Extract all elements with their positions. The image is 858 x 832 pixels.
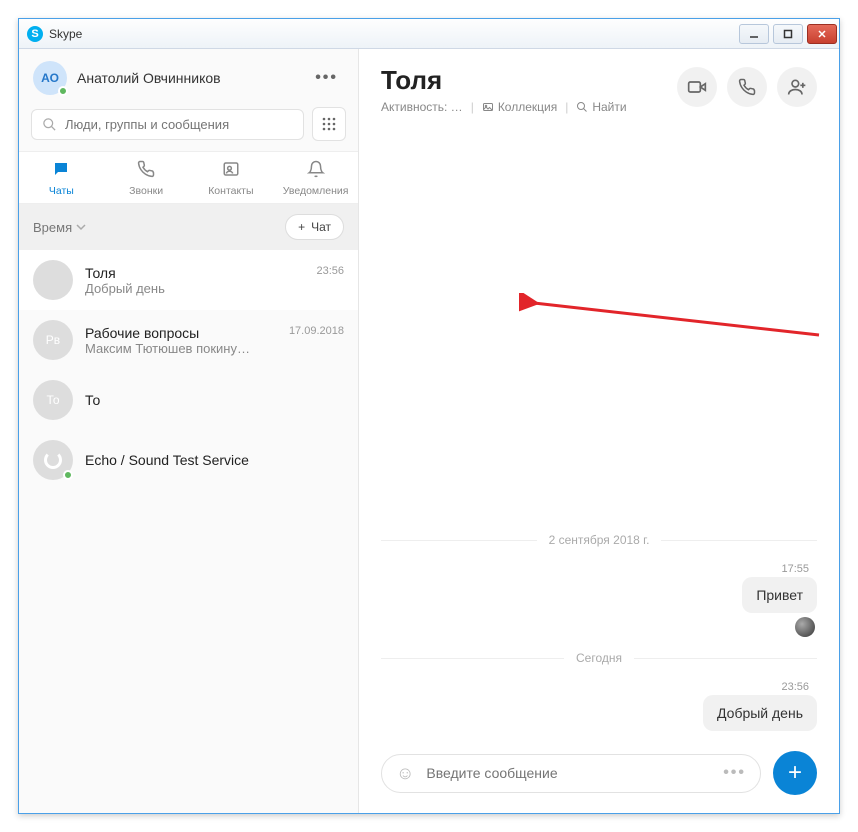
presence-online-icon [58, 86, 68, 96]
search-icon [42, 117, 57, 132]
presence-online-icon [63, 470, 73, 480]
gallery-icon [482, 101, 494, 113]
tab-chats[interactable]: Чаты [19, 152, 104, 203]
more-menu-button[interactable]: ••• [309, 65, 344, 91]
phone-icon [738, 78, 756, 96]
avatar: То [33, 380, 73, 420]
chat-item-echo[interactable]: Echo / Sound Test Service [19, 430, 358, 490]
chat-item-tolya[interactable]: Толя 23:56 Добрый день [19, 250, 358, 310]
search-icon [576, 101, 588, 113]
conversation-pane: Толя Активность: … | Коллекция | Найти [359, 49, 839, 813]
chat-item-to[interactable]: То То [19, 370, 358, 430]
plus-icon: + [298, 220, 305, 234]
chat-icon [19, 160, 104, 183]
add-participant-button[interactable] [777, 67, 817, 107]
chat-list: Толя 23:56 Добрый день Рв Рабочие вопрос… [19, 250, 358, 813]
audio-call-button[interactable] [727, 67, 767, 107]
contacts-icon [189, 160, 274, 183]
nav-tabs: Чаты Звонки Контакты [19, 151, 358, 204]
maximize-button[interactable] [773, 24, 803, 44]
profile-name: Анатолий Овчинников [77, 70, 309, 86]
message-status-avatar [795, 617, 815, 637]
find-link[interactable]: Найти [576, 100, 626, 114]
emoji-button[interactable]: ☺ [396, 763, 414, 784]
date-separator: Сегодня [381, 651, 817, 665]
sidebar: АО Анатолий Овчинников ••• [19, 49, 359, 813]
window-title: Skype [49, 27, 82, 41]
close-button[interactable] [807, 24, 837, 44]
message-area: 2 сентября 2018 г. 17:55 Привет Сегодня … [359, 124, 839, 739]
video-call-button[interactable] [677, 67, 717, 107]
avatar: Рв [33, 320, 73, 360]
skype-logo-icon: S [27, 26, 43, 42]
message-bubble[interactable]: Привет [742, 577, 817, 613]
tab-notifications[interactable]: Уведомления [273, 152, 358, 203]
composer: ☺ ••• + [359, 739, 839, 813]
bell-icon [273, 160, 358, 183]
sort-dropdown[interactable]: Время [33, 220, 86, 235]
activity-status[interactable]: Активность: … [381, 100, 463, 114]
conversation-header: Толя Активность: … | Коллекция | Найти [359, 49, 839, 124]
composer-more-button[interactable]: ••• [723, 764, 746, 782]
add-button[interactable]: + [773, 751, 817, 795]
collection-link[interactable]: Коллекция [482, 100, 557, 114]
tab-calls[interactable]: Звонки [104, 152, 189, 203]
dialpad-icon [321, 116, 337, 132]
chat-item-work[interactable]: Рв Рабочие вопросы 17.09.2018 Максим Тют… [19, 310, 358, 370]
message-input[interactable]: ☺ ••• [381, 754, 761, 793]
message-outgoing: 17:55 Привет [381, 561, 817, 637]
profile-row[interactable]: АО Анатолий Овчинников ••• [19, 49, 358, 101]
add-person-icon [787, 77, 807, 97]
filter-row: Время + Чат [19, 204, 358, 250]
message-bubble[interactable]: Добрый день [703, 695, 817, 731]
tab-contacts[interactable]: Контакты [189, 152, 274, 203]
minimize-button[interactable] [739, 24, 769, 44]
dialpad-button[interactable] [312, 107, 346, 141]
titlebar: S Skype [19, 19, 839, 49]
skype-window: S Skype АО Анатолий Овчинников [18, 18, 840, 814]
video-icon [687, 77, 707, 97]
date-separator: 2 сентября 2018 г. [381, 533, 817, 547]
profile-avatar: АО [33, 61, 67, 95]
new-chat-button[interactable]: + Чат [285, 214, 344, 240]
avatar [33, 440, 73, 480]
phone-icon [104, 160, 189, 183]
avatar [33, 260, 73, 300]
chevron-down-icon [76, 222, 86, 232]
search-input[interactable] [31, 109, 304, 140]
message-outgoing: 23:56 Добрый день [381, 679, 817, 731]
conversation-title: Толя [381, 65, 627, 96]
